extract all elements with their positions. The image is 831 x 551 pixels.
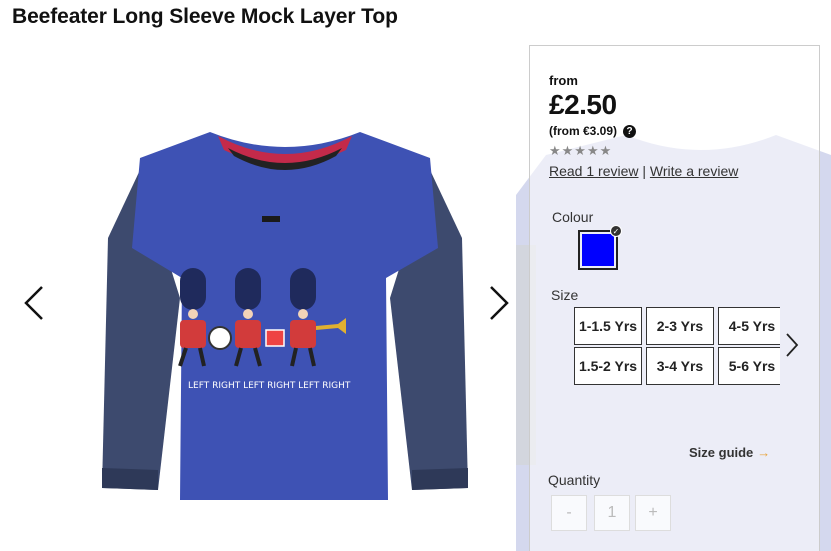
gallery-next-button[interactable] (487, 283, 511, 323)
help-icon[interactable]: ? (623, 125, 636, 138)
size-option-2-3[interactable]: 2-3 Yrs (646, 307, 714, 345)
read-reviews-link[interactable]: Read 1 review (549, 163, 639, 179)
size-option-4-5[interactable]: 4-5 Yrs (718, 307, 780, 345)
alternate-currency-price: (from €3.09) (549, 124, 618, 138)
product-gallery: LEFT RIGHT LEFT RIGHT LEFT RIGHT (0, 40, 531, 551)
size-guide-label: Size guide (689, 445, 754, 460)
gallery-prev-button[interactable] (22, 283, 46, 323)
price-from-label: from (549, 73, 578, 88)
check-icon: ✓ (610, 225, 622, 237)
quantity-label: Quantity (548, 472, 601, 488)
product-details-panel: from £2.50 (from €3.09) ? ★★★★★ Read 1 r… (529, 45, 820, 551)
price: £2.50 (549, 89, 617, 120)
size-option-5-6[interactable]: 5-6 Yrs (718, 347, 780, 385)
shirt-print-text: LEFT RIGHT LEFT RIGHT LEFT RIGHT (188, 381, 351, 391)
page-title: Beefeater Long Sleeve Mock Layer Top (12, 5, 398, 28)
size-guide-link[interactable]: Size guide → (689, 445, 770, 460)
chevron-right-icon (490, 286, 509, 320)
size-label: Size (551, 287, 579, 303)
product-image: LEFT RIGHT LEFT RIGHT LEFT RIGHT (102, 132, 468, 500)
colour-swatch-fill (582, 234, 614, 266)
chevron-left-icon (24, 286, 43, 320)
size-option-1.5-2[interactable]: 1.5-2 Yrs (574, 347, 642, 385)
size-scroll-next-button[interactable] (784, 330, 800, 360)
quantity-increase-button[interactable]: + (635, 495, 671, 531)
arrow-right-icon: → (757, 445, 771, 460)
size-options: 1-1.5 Yrs 2-3 Yrs 4-5 Yrs 1.5-2 Yrs 3-4 … (574, 307, 780, 387)
chevron-right-icon (786, 333, 799, 357)
review-link-separator: | (638, 163, 650, 179)
write-review-link[interactable]: Write a review (650, 163, 738, 179)
quantity-input[interactable]: 1 (594, 495, 630, 531)
size-option-3-4[interactable]: 3-4 Yrs (646, 347, 714, 385)
colour-label: Colour (552, 209, 594, 225)
size-option-1-1.5[interactable]: 1-1.5 Yrs (574, 307, 642, 345)
review-links: Read 1 review | Write a review (549, 163, 738, 179)
star-rating: ★★★★★ (549, 143, 613, 158)
quantity-decrease-button[interactable]: - (551, 495, 587, 531)
neck-tag (262, 216, 280, 222)
